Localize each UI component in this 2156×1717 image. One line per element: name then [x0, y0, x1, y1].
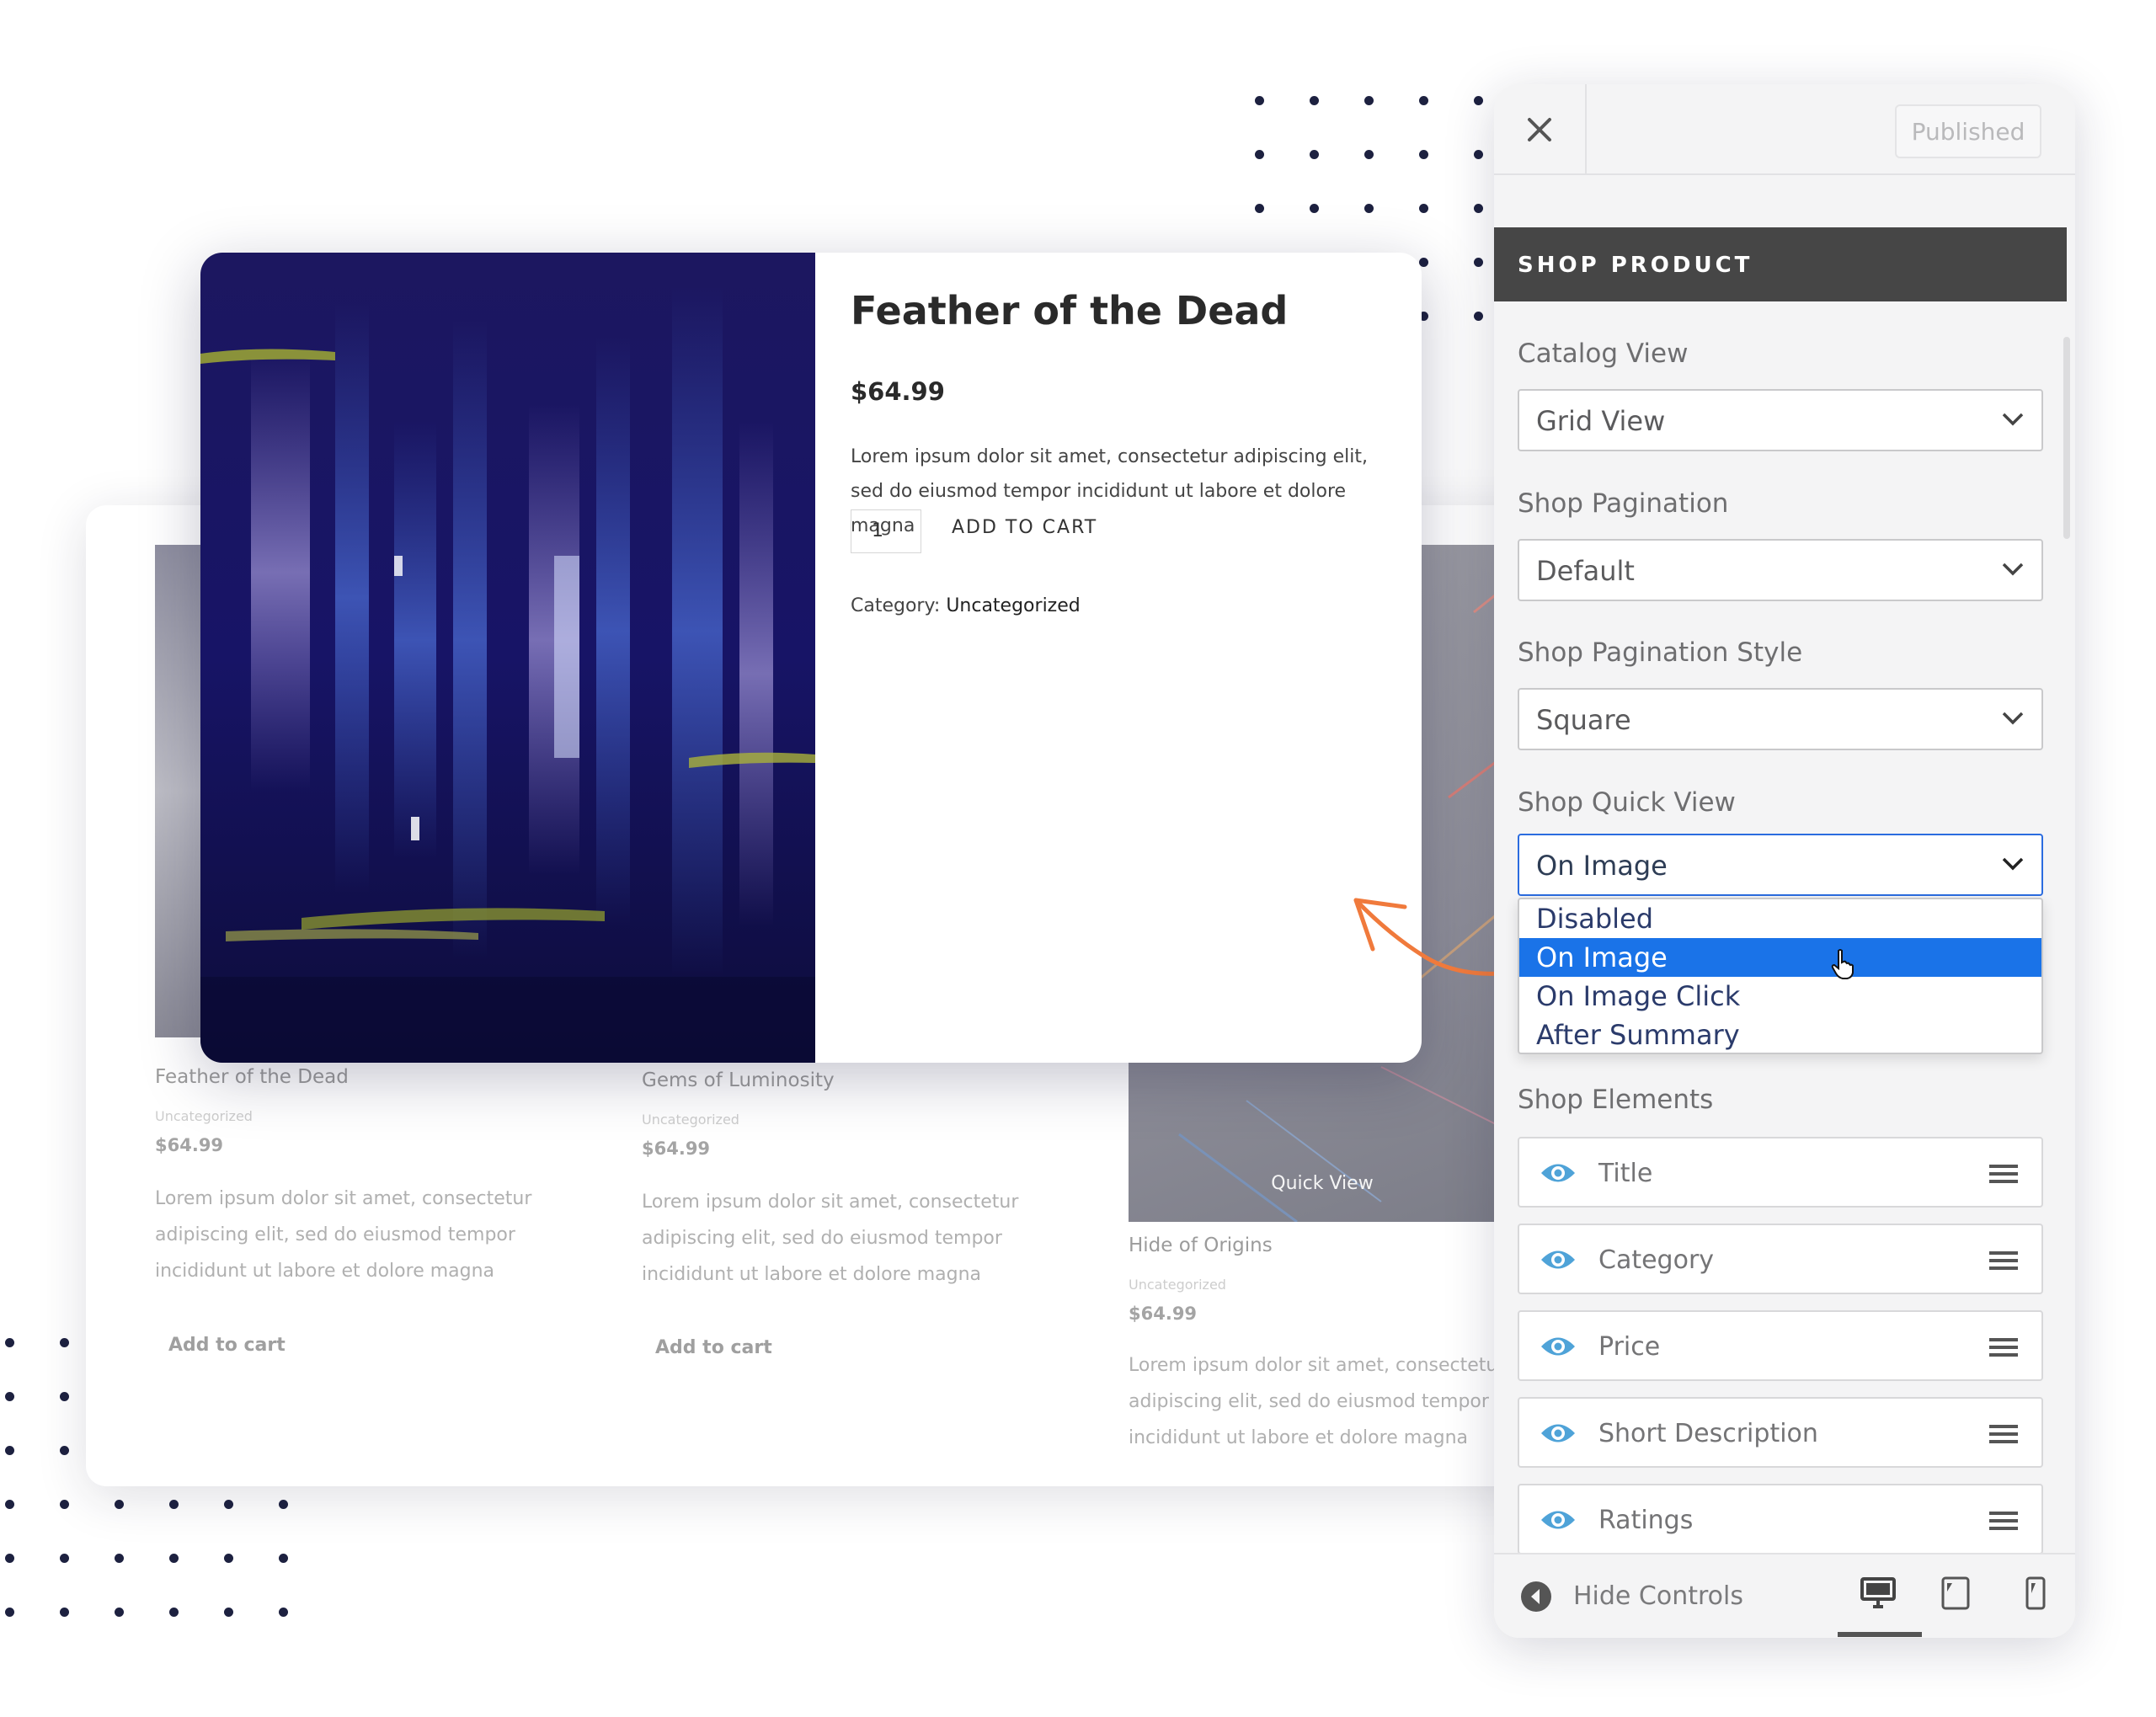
shop-pagination-label: Shop Pagination [1518, 488, 1729, 519]
shop-pagination-select[interactable]: Default [1518, 539, 2043, 601]
quick-view-label: Shop Quick View [1518, 787, 1736, 818]
product-category[interactable]: Uncategorized [642, 1112, 739, 1128]
modal-product-title: Feather of the Dead [851, 288, 1289, 333]
panel-scrollbar[interactable] [2063, 337, 2070, 539]
shop-element-row[interactable]: Ratings [1518, 1484, 2043, 1554]
tablet-icon[interactable] [1940, 1576, 1971, 1610]
quantity-input[interactable]: 1 [851, 509, 921, 553]
product-artwork-image [200, 253, 815, 1063]
element-label: Title [1598, 1159, 1653, 1188]
drag-handle-icon[interactable] [1989, 1511, 2018, 1531]
quick-view-select[interactable]: On Image [1518, 834, 2043, 896]
hand-cursor-icon [1831, 949, 1854, 979]
add-to-cart-button[interactable]: Add to cart [655, 1337, 772, 1358]
drag-handle-icon[interactable] [1989, 1250, 2018, 1271]
mobile-icon[interactable] [2025, 1576, 2047, 1610]
close-icon [1528, 118, 1551, 141]
quick-view-dropdown: Disabled On Image On Image Click After S… [1518, 898, 2043, 1054]
select-value: On Image [1536, 850, 1668, 882]
modal-product-category: Category: Uncategorized [851, 595, 1081, 616]
element-label: Category [1598, 1245, 1715, 1275]
hide-controls-icon[interactable] [1519, 1580, 1553, 1613]
add-to-cart-button[interactable]: Add to cart [168, 1335, 286, 1356]
product-title[interactable]: Gems of Luminosity [642, 1069, 835, 1091]
panel-header: Published [1494, 84, 2075, 175]
shop-elements-label: Shop Elements [1518, 1085, 1714, 1115]
shop-element-row[interactable]: Short Description [1518, 1397, 2043, 1468]
quick-view-button[interactable]: Quick View [1129, 1173, 1516, 1194]
pagination-style-label: Shop Pagination Style [1518, 637, 1803, 668]
published-button[interactable]: Published [1895, 104, 2041, 158]
product-description: Lorem ipsum dolor sit amet, consectetur … [1129, 1355, 1506, 1448]
option-label: On Image [1536, 941, 1668, 973]
select-value: Square [1536, 704, 1631, 736]
element-label: Price [1598, 1332, 1661, 1362]
drag-handle-icon[interactable] [1989, 1164, 2018, 1184]
drag-handle-icon[interactable] [1989, 1337, 2018, 1357]
shop-element-row[interactable]: Title [1518, 1137, 2043, 1208]
eye-icon[interactable] [1540, 1334, 1577, 1359]
stage: Feather of the Dead Uncategorized $64.99… [0, 0, 2156, 1717]
chevron-down-icon [2002, 857, 2024, 871]
desktop-icon[interactable] [1860, 1576, 1897, 1610]
product-image[interactable] [155, 545, 205, 1037]
product-category[interactable]: Uncategorized [155, 1108, 253, 1124]
element-label: Ratings [1598, 1506, 1694, 1535]
select-value: Default [1536, 555, 1635, 587]
product-price: $64.99 [642, 1138, 711, 1159]
settings-panel: Published SHOP PRODUCT Catalog View Grid… [1494, 84, 2075, 1638]
drag-handle-icon[interactable] [1989, 1424, 2018, 1444]
eye-icon[interactable] [1540, 1507, 1577, 1533]
catalog-view-label: Catalog View [1518, 339, 1689, 369]
product-title[interactable]: Hide of Origins [1129, 1234, 1273, 1256]
dropdown-option-on-image-click[interactable]: On Image Click [1519, 977, 2041, 1016]
active-device-indicator [1838, 1632, 1922, 1637]
category-label: Category: [851, 595, 941, 616]
product-title[interactable]: Feather of the Dead [155, 1066, 349, 1088]
select-value: Grid View [1536, 405, 1666, 437]
chevron-down-icon [2002, 413, 2024, 426]
chevron-down-icon [2002, 563, 2024, 576]
modal-product-description: Lorem ipsum dolor sit amet, consectetur … [851, 446, 1368, 536]
modal-product-price: $64.99 [851, 377, 945, 406]
element-label: Short Description [1598, 1419, 1818, 1448]
product-description: Lorem ipsum dolor sit amet, consectetur … [155, 1188, 532, 1282]
section-title: SHOP PRODUCT [1494, 227, 2067, 301]
panel-footer: Hide Controls [1494, 1553, 2075, 1638]
dropdown-option-after-summary[interactable]: After Summary [1519, 1016, 2041, 1054]
pagination-style-select[interactable]: Square [1518, 688, 2043, 750]
shop-element-row[interactable]: Price [1518, 1310, 2043, 1381]
close-button[interactable] [1494, 84, 1587, 175]
hide-controls-button[interactable]: Hide Controls [1573, 1581, 1743, 1611]
chevron-down-icon [2002, 712, 2024, 725]
eye-icon[interactable] [1540, 1247, 1577, 1272]
shop-element-row[interactable]: Category [1518, 1224, 2043, 1294]
eye-icon[interactable] [1540, 1421, 1577, 1446]
dropdown-option-on-image[interactable]: On Image [1519, 938, 2041, 979]
category-link[interactable]: Uncategorized [946, 595, 1080, 616]
eye-icon[interactable] [1540, 1160, 1577, 1186]
product-price: $64.99 [155, 1135, 224, 1155]
product-category[interactable]: Uncategorized [1129, 1277, 1226, 1293]
product-price: $64.99 [1129, 1304, 1198, 1324]
add-to-cart-button[interactable]: ADD TO CART [952, 517, 1097, 538]
product-description: Lorem ipsum dolor sit amet, consectetur … [642, 1192, 1019, 1285]
catalog-view-select[interactable]: Grid View [1518, 389, 2043, 451]
dropdown-option-disabled[interactable]: Disabled [1519, 899, 2041, 938]
quick-view-modal: Feather of the Dead $64.99 Lorem ipsum d… [200, 253, 1422, 1063]
